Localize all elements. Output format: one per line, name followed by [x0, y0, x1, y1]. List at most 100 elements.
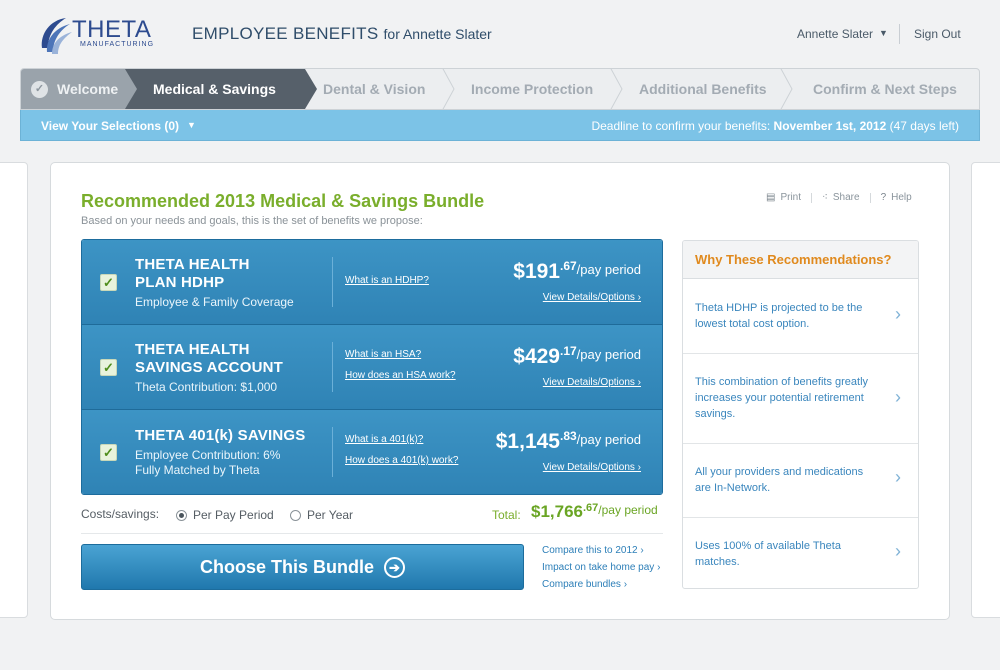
total-cents: .67	[583, 502, 599, 514]
benefit-title-line: PLAN HDHP	[135, 274, 225, 291]
choose-bundle-button[interactable]: Choose This Bundle ➔	[81, 544, 524, 590]
view-details-link[interactable]: View Details/Options ›	[543, 292, 641, 303]
how-hsa-works-link[interactable]: How does an HSA work?	[345, 370, 456, 381]
why-item[interactable]: All your providers and medications are I…	[683, 444, 918, 518]
why-item[interactable]: Theta HDHP is projected to be the lowest…	[683, 280, 918, 354]
price-dollars: $429	[513, 345, 560, 368]
share-button[interactable]: ⁖ Share	[822, 192, 860, 203]
card-title: Recommended 2013 Medical & Savings Bundl…	[81, 191, 485, 211]
benefit-title-line: SAVINGS ACCOUNT	[135, 359, 284, 376]
deadline-date: November 1st, 2012	[773, 119, 887, 133]
price-dollars: $1,145	[495, 430, 560, 453]
benefit-desc-line: Employee Contribution: 6%	[135, 448, 281, 462]
print-label: Print	[780, 192, 802, 203]
view-details-link[interactable]: View Details/Options ›	[543, 377, 641, 388]
price-cents: .83	[559, 429, 577, 443]
price-cents: .67	[559, 259, 577, 273]
arrow-right-circle-icon: ➔	[384, 556, 405, 578]
compare-bundles-link[interactable]: Compare bundles ›	[542, 579, 627, 590]
chevron-right-icon: ›	[895, 467, 901, 487]
bundle-card: Recommended 2013 Medical & Savings Bundl…	[50, 162, 950, 620]
help-label: Help	[891, 192, 912, 203]
benefit-checkbox[interactable]: ✓	[100, 359, 117, 376]
choose-bundle-label: Choose This Bundle	[199, 556, 374, 577]
benefit-desc-line: Fully Matched by Theta	[135, 463, 260, 477]
chevron-down-icon[interactable]: ▼	[187, 120, 196, 130]
previous-card-peek[interactable]	[0, 162, 28, 618]
step-dental-vision[interactable]: Dental & Vision	[323, 69, 425, 109]
why-panel-title: Why These Recommendations?	[683, 241, 918, 279]
price-per: /pay period	[576, 262, 641, 277]
benefit-checkbox[interactable]: ✓	[100, 274, 117, 291]
print-button[interactable]: ▤ Print	[766, 192, 801, 203]
step-separator-icon	[780, 69, 793, 109]
view-selections-dropdown[interactable]: View Your Selections (0)	[41, 119, 179, 133]
take-home-pay-link[interactable]: Impact on take home pay ›	[542, 562, 660, 573]
header: THETA MANUFACTURING EMPLOYEE BENEFITS fo…	[0, 0, 1000, 68]
compare-2012-link[interactable]: Compare this to 2012 ›	[542, 545, 644, 556]
radio-unselected-icon	[290, 509, 301, 521]
benefit-row-hdhp: ✓ THETA HEALTH PLAN HDHP Employee & Fami…	[82, 240, 662, 325]
what-is-401k-link[interactable]: What is a 401(k)?	[345, 434, 423, 445]
selection-bar: View Your Selections (0) ▼ Deadline to c…	[20, 110, 980, 141]
header-divider	[899, 24, 900, 44]
divider	[81, 533, 663, 534]
total-value: $1,766.67/pay period	[531, 502, 658, 522]
why-item-text: Theta HDHP is projected to be the lowest…	[695, 302, 863, 330]
sign-out-link[interactable]: Sign Out	[914, 27, 961, 41]
check-circle-icon: ✓	[31, 80, 48, 98]
radio-per-pay-period[interactable]: Per Pay Period	[176, 508, 274, 522]
card-subtitle: Based on your needs and goals, this is t…	[81, 215, 423, 227]
total-label: Total:	[492, 508, 521, 522]
step-chevron	[305, 69, 317, 109]
step-confirm-next[interactable]: Confirm & Next Steps	[813, 69, 957, 109]
benefit-desc: Theta Contribution: $1,000	[135, 380, 278, 394]
what-is-hdhp-link[interactable]: What is an HDHP?	[345, 275, 429, 286]
step-label: Confirm & Next Steps	[813, 81, 957, 97]
benefit-price: $191.67/pay period	[513, 259, 641, 284]
step-label: Dental & Vision	[323, 81, 426, 97]
radio-per-year[interactable]: Per Year	[290, 508, 353, 522]
deadline-days-left: (47 days left)	[889, 119, 959, 133]
why-item[interactable]: This combination of benefits greatly inc…	[683, 354, 918, 444]
benefit-title: THETA 401(k) SAVINGS	[135, 427, 306, 444]
app-title: EMPLOYEE BENEFITS for Annette Slater	[192, 24, 492, 44]
benefit-title: THETA HEALTH SAVINGS ACCOUNT	[135, 341, 283, 377]
step-income-protection[interactable]: Income Protection	[471, 69, 593, 109]
app-title-for: for Annette Slater	[383, 26, 492, 42]
logo-wordmark: THETA	[72, 16, 152, 43]
card-tools: ▤ Print ⁖ Share ? Help	[766, 192, 912, 203]
how-401k-works-link[interactable]: How does a 401(k) work?	[345, 455, 458, 466]
benefit-desc: Employee Contribution: 6% Fully Matched …	[135, 448, 280, 478]
share-label: Share	[832, 192, 860, 203]
user-menu-caret-icon[interactable]: ▼	[879, 28, 888, 38]
price-dollars: $191	[513, 260, 560, 283]
chevron-right-icon: ›	[895, 541, 901, 561]
theta-logo-mark-icon	[41, 18, 72, 54]
help-button[interactable]: ? Help	[881, 192, 912, 203]
step-chevron	[125, 69, 137, 109]
step-label: Medical & Savings	[153, 81, 276, 97]
view-details-link[interactable]: View Details/Options ›	[543, 462, 641, 473]
theta-logo[interactable]: THETA MANUFACTURING	[38, 14, 158, 56]
step-additional-benefits[interactable]: Additional Benefits	[639, 69, 767, 109]
price-per: /pay period	[576, 432, 641, 447]
what-is-hsa-link[interactable]: What is an HSA?	[345, 349, 421, 360]
step-label: Additional Benefits	[639, 81, 767, 97]
benefit-checkbox[interactable]: ✓	[100, 444, 117, 461]
logo-subtitle: MANUFACTURING	[80, 41, 155, 48]
why-recommendations-panel: Why These Recommendations? Theta HDHP is…	[682, 240, 919, 589]
total-per: /pay period	[598, 503, 658, 517]
benefit-title-line: THETA HEALTH	[135, 341, 250, 358]
share-icon: ⁖	[822, 192, 828, 203]
next-card-peek[interactable]	[971, 162, 1000, 618]
step-medical-savings[interactable]: Medical & Savings	[125, 69, 305, 109]
step-welcome[interactable]: ✓ Welcome	[21, 69, 133, 109]
chevron-right-icon: ›	[895, 387, 901, 407]
step-label: Welcome	[57, 81, 119, 97]
radio-selected-icon	[176, 509, 187, 521]
benefit-divider	[332, 342, 333, 392]
costs-label: Costs/savings:	[81, 507, 160, 521]
user-menu[interactable]: Annette Slater	[797, 27, 873, 41]
why-item[interactable]: Uses 100% of available Theta matches. ›	[683, 518, 918, 588]
